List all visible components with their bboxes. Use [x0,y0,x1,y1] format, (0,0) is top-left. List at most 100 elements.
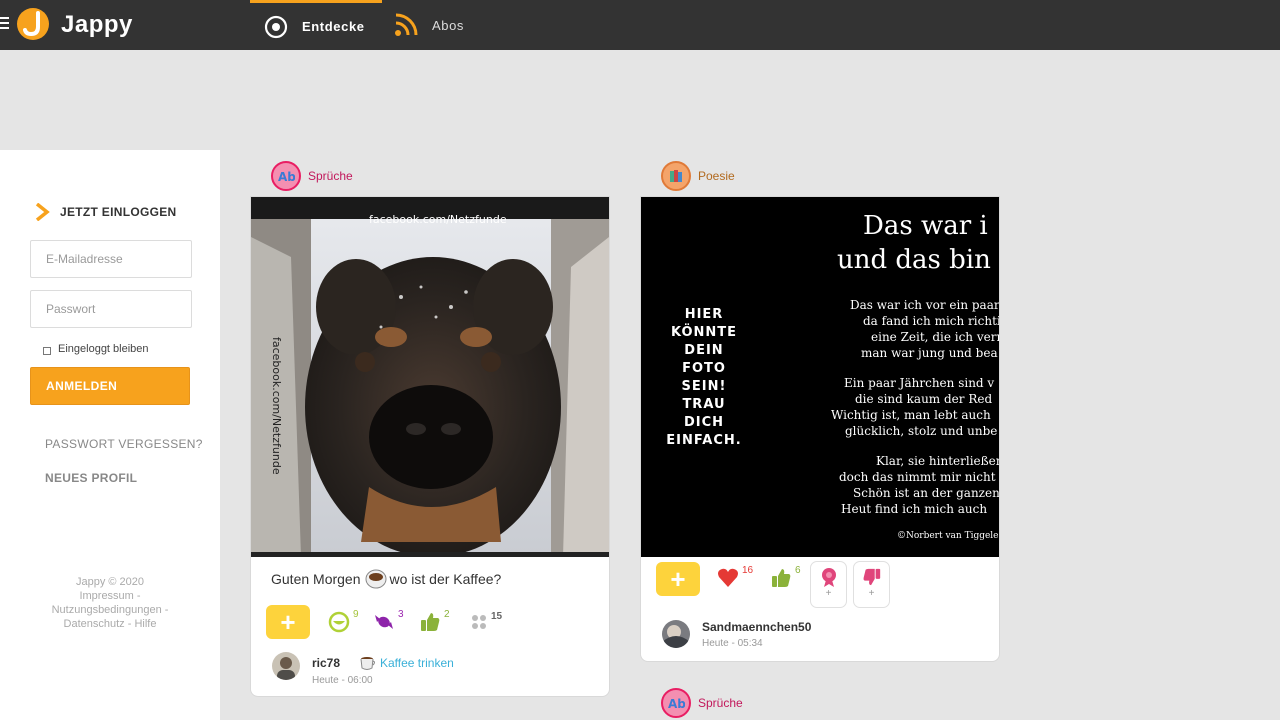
add-reaction-button[interactable]: + [656,562,700,596]
remember-checkbox[interactable] [43,346,51,355]
post-author[interactable]: ric78 [312,656,340,670]
image-poem-line: Ein paar Jährchen sind v [844,376,994,390]
image-title-line: Das war i [863,211,988,241]
tab-entdecke[interactable]: Entdecke [250,0,382,50]
activity-label: Kaffee trinken [380,656,454,670]
poesie-category-icon [661,161,691,191]
reaction-thumbs-up[interactable]: 6 [770,565,801,589]
post-category[interactable]: Poesie [661,161,735,191]
post-text: Guten Morgen wo ist der Kaffee? [271,569,501,589]
remember-me[interactable]: Eingeloggt bleiben [43,343,149,355]
login-sidebar: JETZT EINLOGGEN Eingeloggt bleiben ANMEL… [0,150,220,720]
laugh-icon [328,611,350,633]
reaction-laugh[interactable]: 9 [328,609,359,633]
reaction-count: 15 [491,611,503,622]
reaction-rosette[interactable]: + [810,561,847,608]
menu-icon[interactable] [0,14,10,30]
image-poem-line: eine Zeit, die ich verm [871,330,999,344]
reaction-thumbs-down[interactable]: + [853,561,890,608]
post-image[interactable]: facebook.com/Netzfunde facebook.com/Netz… [251,197,609,557]
spruche-category-icon: Ab [271,161,301,191]
reaction-count: 6 [795,565,801,576]
image-left-line: EINFACH. [666,433,741,448]
coffee-icon [365,569,386,589]
svg-text:Ab: Ab [668,697,685,710]
image-poem-line: man war jung und bea [861,346,998,360]
email-field[interactable] [30,240,192,278]
heart-icon [718,568,738,587]
footer-copyright: Jappy © 2020 [75,576,145,588]
thumbs-down-icon [863,568,880,586]
reaction-add: + [825,588,832,599]
image-poem-line: Heut find ich mich auch [841,502,987,516]
rss-icon [395,13,418,36]
reaction-more[interactable]: 15 [470,611,503,631]
post-card: facebook.com/Netzfunde facebook.com/Netz… [250,196,610,697]
thumbs-up-icon [772,569,791,587]
post-text-start: Guten Morgen [271,571,361,587]
image-credit: ©Norbert van Tiggele [897,531,999,541]
reaction-candy[interactable]: 3 [373,609,404,633]
add-reaction-button[interactable]: + [266,605,310,639]
rosette-icon [821,568,836,587]
post-category-label: Sprüche [308,169,353,183]
avatar[interactable] [272,652,300,680]
image-left-line: DICH [684,415,724,430]
post-card: HIER KÖNNTE DEIN FOTO SEIN! TRAU DICH EI… [640,196,1000,662]
image-left-line: HIER [685,307,724,322]
image-left-line: FOTO [682,361,726,376]
post-category[interactable]: Ab Sprüche [661,688,743,718]
post-image[interactable]: HIER KÖNNTE DEIN FOTO SEIN! TRAU DICH EI… [641,197,999,557]
post-category-label: Sprüche [698,696,743,710]
jappy-logo-icon[interactable] [16,7,50,41]
tab-abos-label: Abos [432,17,465,33]
spruche-category-icon: Ab [661,688,691,718]
app-logo-text[interactable]: Jappy [61,11,133,39]
avatar[interactable] [662,620,690,648]
image-left-line: KÖNNTE [671,324,737,340]
reaction-heart[interactable]: 16 [717,565,754,589]
image-left-line: DEIN [684,343,723,358]
image-poem-line: da fand ich mich richti [863,314,999,328]
post-author[interactable]: Sandmaennchen50 [702,620,811,634]
image-poem-line: Schön ist an der ganzen [853,486,999,500]
image-poem-line: Das war ich vor ein paar [850,298,999,312]
image-title-line: und das bin [837,245,991,275]
image-poem-line: doch das nimmt mir nicht [839,470,996,484]
image-left-line: SEIN! [682,379,727,394]
footer-impressum-link[interactable]: Impressum - [0,589,220,603]
tab-entdecke-label: Entdecke [302,19,365,34]
post-category-label: Poesie [698,169,735,183]
post-time: Heute - 06:00 [312,675,373,686]
candy-icon [375,615,393,629]
login-heading: JETZT EINLOGGEN [34,203,177,221]
reaction-count: 16 [742,565,754,576]
reaction-add: + [868,588,875,599]
login-button[interactable]: ANMELDEN [30,367,190,405]
reaction-count: 2 [444,609,450,620]
post-time: Heute - 05:34 [702,638,763,649]
footer-terms-link[interactable]: Nutzungsbedingungen - [0,603,220,617]
reaction-count: 3 [398,609,404,620]
top-bar: Jappy Entdecke Abos [0,0,1280,50]
image-left-line: TRAU [682,397,725,412]
login-heading-text: JETZT EINLOGGEN [60,205,177,219]
chevron-right-icon [35,203,50,221]
remember-label: Eingeloggt bleiben [58,343,149,355]
forgot-password-link[interactable]: PASSWORT VERGESSEN? [45,437,203,451]
post-category[interactable]: Ab Sprüche [271,161,353,191]
new-profile-link[interactable]: NEUES PROFIL [45,471,137,485]
footer: Jappy © 2020 Impressum - Nutzungsbedingu… [0,575,220,631]
compass-icon [264,15,288,38]
password-field[interactable] [30,290,192,328]
image-poem-line: Klar, sie hinterließen S [876,454,999,468]
thumbs-up-icon [421,613,440,631]
tab-abos[interactable]: Abos [382,0,482,50]
post-text-end: wo ist der Kaffee? [389,571,502,587]
footer-privacy-help-link[interactable]: Datenschutz - Hilfe [0,617,220,631]
post-activity[interactable]: Kaffee trinken [357,654,454,672]
svg-text:facebook.com/Netzfunde: facebook.com/Netzfunde [270,337,283,475]
image-poem-line: glücklich, stolz und unbe [845,424,997,438]
svg-text:Ab: Ab [278,170,295,183]
reaction-thumbs-up[interactable]: 2 [419,609,450,633]
